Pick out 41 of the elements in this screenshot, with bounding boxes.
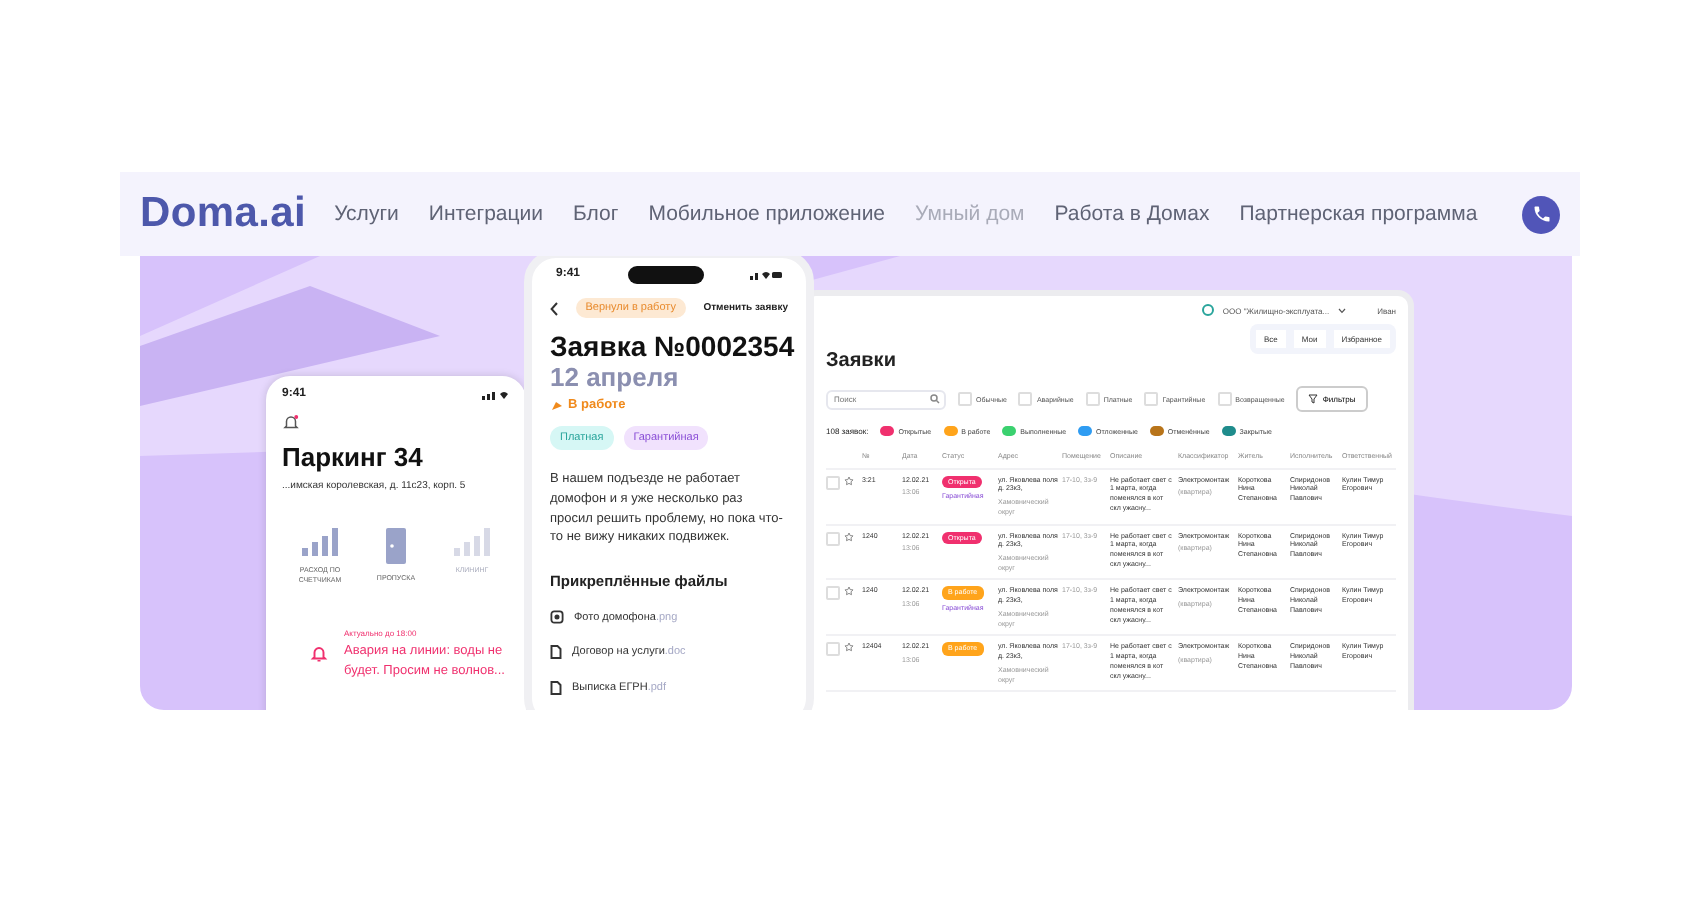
screen-title: Паркинг 34 [282,442,425,472]
nav-link[interactable]: Интеграции [428,202,544,226]
document-icon [550,680,562,696]
nav-link[interactable]: Услуги [334,202,399,226]
star-icon [844,642,854,653]
bell-icon [310,644,328,665]
document-icon [550,644,562,660]
signal-battery-icon [749,269,782,279]
phone-icon [1531,204,1551,224]
request-date: 12 апреля [550,362,681,392]
checkbox[interactable] [1018,392,1033,406]
org-icon [1202,304,1215,316]
checkbox[interactable] [826,531,840,546]
bell-icon [282,414,300,432]
chevron-down-icon [1337,307,1346,313]
checkbox[interactable] [826,475,840,490]
signal-wifi-icon [482,389,510,399]
checkbox[interactable] [958,392,972,406]
nav-link[interactable]: Партнерская программа [1239,202,1478,226]
search-icon [930,394,940,404]
checkbox[interactable] [826,642,840,657]
nav-link[interactable]: Блог [573,202,619,226]
checkbox[interactable] [826,586,840,601]
nav-link[interactable]: Мобильное приложение [648,202,886,226]
phone-call-button[interactable] [1522,195,1560,233]
star-icon [844,586,854,597]
checkbox[interactable] [1085,392,1100,406]
bar-chart-icon [454,528,490,556]
filter-icon [1308,394,1319,404]
camera-icon [550,610,564,624]
star-icon [844,475,854,486]
nav-link[interactable]: Работа в Домах [1054,202,1210,226]
checkbox[interactable] [1217,392,1232,406]
bar-chart-icon [302,528,338,556]
back-button[interactable] [550,301,558,315]
checkbox[interactable] [1144,392,1159,406]
door-icon [384,528,408,564]
phone-notch [627,265,703,283]
star-icon [844,531,854,542]
page-title: Заявки [826,350,898,372]
logo[interactable]: Doma.ai [140,190,307,238]
